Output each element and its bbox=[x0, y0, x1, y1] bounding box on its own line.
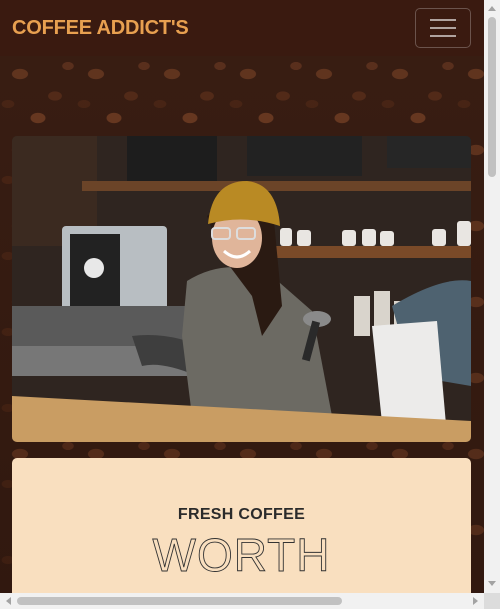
hamburger-menu-icon bbox=[430, 19, 456, 21]
scroll-right-arrow-icon[interactable] bbox=[473, 597, 478, 605]
vertical-scrollbar[interactable] bbox=[484, 0, 500, 593]
scroll-up-arrow-icon[interactable] bbox=[488, 6, 496, 11]
scrollbar-corner bbox=[484, 593, 500, 609]
card-heading: WORTH bbox=[152, 529, 331, 582]
hero-card: FRESH COFFEE WORTH bbox=[12, 458, 471, 608]
hero-photo bbox=[12, 136, 471, 442]
navbar-toggler-button[interactable] bbox=[415, 8, 471, 48]
card-subheading: FRESH COFFEE bbox=[177, 506, 306, 523]
horizontal-scrollbar[interactable] bbox=[0, 593, 484, 609]
brand-link[interactable]: COFFEE ADDICT'S bbox=[12, 17, 189, 40]
vertical-scrollbar-thumb[interactable] bbox=[488, 17, 496, 177]
horizontal-scrollbar-thumb[interactable] bbox=[17, 597, 342, 605]
navbar: COFFEE ADDICT'S bbox=[0, 0, 484, 56]
scroll-left-arrow-icon[interactable] bbox=[6, 597, 11, 605]
scroll-down-arrow-icon[interactable] bbox=[488, 581, 496, 586]
barista-photo-illustration bbox=[12, 136, 471, 442]
